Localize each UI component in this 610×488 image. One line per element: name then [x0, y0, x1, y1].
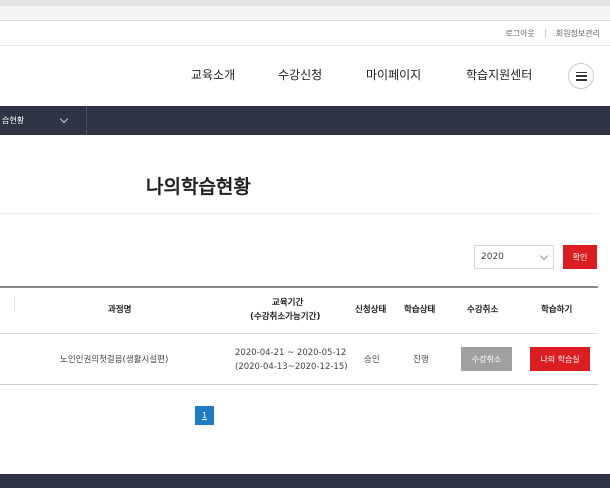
- divider: [544, 29, 546, 38]
- th-cancel-period: (수강취소가능기간): [250, 312, 321, 322]
- cancel-enrollment-button[interactable]: 수강취소: [461, 347, 512, 371]
- th-period: 교육기간: [272, 298, 304, 308]
- year-select-value: 2020: [481, 252, 504, 262]
- table-top-border: [0, 286, 598, 288]
- header-divider: [0, 45, 610, 46]
- breadcrumb-dropdown[interactable]: 습현황: [0, 106, 87, 135]
- th-application-status: 신청상태: [355, 305, 387, 315]
- year-select[interactable]: 2020: [474, 245, 554, 269]
- th-cancel: 수강취소: [467, 305, 499, 315]
- header-divider: [14, 297, 15, 311]
- cancel-period: (2020-04-13~2020-12-15): [235, 362, 348, 372]
- nav-item-learning-support[interactable]: 학습지원센터: [466, 66, 532, 83]
- th-course: 과정명: [108, 305, 132, 315]
- course-title: 노인인권의첫걸음(생활시설편): [60, 355, 169, 365]
- utility-links: 로그아웃 회원정보관리: [505, 28, 600, 39]
- browser-chrome-bar: [0, 6, 610, 21]
- footer: [0, 474, 610, 488]
- nav-item-education-intro[interactable]: 교육소개: [191, 66, 235, 83]
- application-status: 승인: [364, 355, 380, 365]
- logout-link[interactable]: 로그아웃: [505, 28, 534, 39]
- table-header-divider: [0, 333, 598, 334]
- confirm-button[interactable]: 확인: [563, 245, 597, 269]
- hamburger-icon: [575, 71, 587, 81]
- learning-status: 진행: [413, 355, 429, 365]
- table-bottom-border: [0, 384, 598, 385]
- breadcrumb-label: 습현황: [2, 116, 25, 125]
- pagination-page-1[interactable]: 1: [195, 406, 214, 425]
- my-classroom-button[interactable]: 나의 학습실: [530, 347, 590, 371]
- chevron-down-icon: [539, 251, 549, 261]
- nav-item-course-registration[interactable]: 수강신청: [278, 66, 322, 83]
- menu-button[interactable]: [568, 63, 594, 89]
- main-nav: 교육소개 수강신청 마이페이지 학습지원센터: [0, 66, 610, 86]
- nav-item-my-page[interactable]: 마이페이지: [366, 66, 421, 83]
- member-info-link[interactable]: 회원정보관리: [556, 28, 600, 39]
- th-learning-status: 학습상태: [404, 305, 436, 315]
- chevron-down-icon: [59, 114, 69, 124]
- th-study: 학습하기: [541, 305, 573, 315]
- page-title: 나의학습현황: [146, 176, 251, 198]
- sub-navigation-bar: 습현황: [0, 106, 610, 135]
- title-divider: [0, 213, 598, 214]
- education-period: 2020-04-21 ~ 2020-05-12: [235, 348, 347, 358]
